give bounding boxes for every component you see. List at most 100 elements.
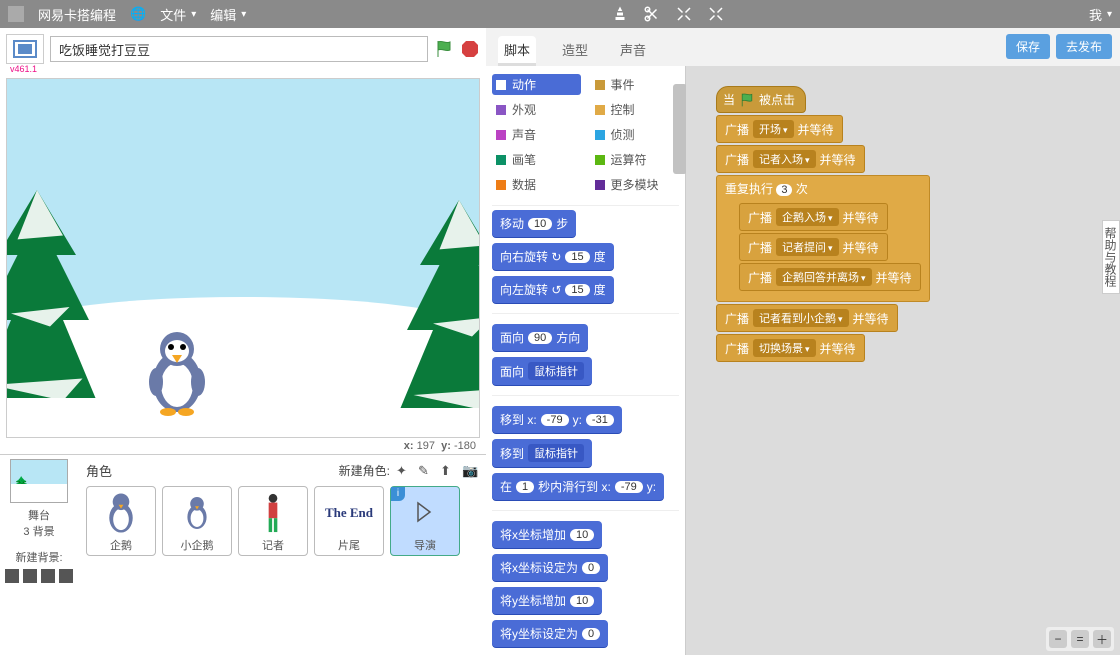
block-broadcast-4[interactable]: 广播切换场景并等待 (716, 334, 865, 362)
block-broadcast-l2[interactable]: 广播记者提问并等待 (739, 233, 888, 261)
stamp-tool-icon[interactable] (611, 5, 629, 23)
backdrop-upload-icon[interactable] (41, 569, 55, 583)
new-backdrop-label: 新建背景: (4, 549, 74, 565)
palette-block-list: 移动10步 向右旋转 ↻15度 向左旋转 ↺15度 面向90方向 面向鼠标指针 … (492, 210, 679, 647)
shrink-tool-icon[interactable] (707, 5, 725, 23)
sprite-item-small-penguin[interactable]: 小企鹅 (162, 486, 232, 556)
block-turn-left[interactable]: 向左旋转 ↺15度 (492, 276, 614, 303)
block-goto-xy[interactable]: 移到 x:-79y:-31 (492, 406, 622, 433)
stage-thumbnail[interactable]: 🌲 (10, 459, 68, 503)
sprite-info-icon[interactable]: i (391, 487, 405, 501)
category-外观[interactable]: 外观 (492, 99, 581, 120)
brand-label: 网易卡搭编程 (38, 5, 116, 24)
block-broadcast-l1[interactable]: 广播企鹅入场并等待 (739, 203, 888, 231)
sprite-name: 企鹅 (110, 537, 132, 553)
fullscreen-button[interactable] (6, 34, 44, 64)
editor-body: 动作事件外观控制声音侦测画笔运算符数据更多模块 移动10步 向右旋转 ↻15度 … (486, 66, 1120, 655)
block-glide[interactable]: 在1秒内滑行到 x:-79y: (492, 473, 664, 500)
menubar: 网易卡搭编程 🌐 文件 编辑 我 (0, 0, 1120, 28)
sprite-name: 小企鹅 (181, 537, 214, 553)
grow-tool-icon[interactable] (675, 5, 693, 23)
tab-costumes[interactable]: 造型 (556, 36, 594, 66)
menu-file[interactable]: 文件 (160, 5, 196, 24)
block-palette: 动作事件外观控制声音侦测画笔运算符数据更多模块 移动10步 向右旋转 ↻15度 … (486, 66, 686, 655)
tab-sounds[interactable]: 声音 (614, 36, 652, 66)
category-grid: 动作事件外观控制声音侦测画笔运算符数据更多模块 (492, 74, 679, 195)
block-change-y[interactable]: 将y坐标增加10 (492, 587, 602, 614)
backdrop-camera-icon[interactable] (59, 569, 73, 583)
sprite-header: 角色 新建角色: ✦ ✎ ⬆ 📷 (86, 461, 478, 480)
block-broadcast-2[interactable]: 广播记者入场并等待 (716, 145, 865, 173)
category-声音[interactable]: 声音 (492, 124, 581, 145)
stage-canvas[interactable] (6, 78, 480, 438)
sprite-item-director[interactable]: i 导演 (390, 486, 460, 556)
stage-penguin-sprite[interactable] (142, 327, 212, 417)
green-flag-icon (739, 92, 755, 108)
sprite-item-reporter[interactable]: 记者 (238, 486, 308, 556)
backdrop-count: 3 背景 (4, 523, 74, 539)
category-更多模块[interactable]: 更多模块 (591, 174, 680, 195)
sprite-paint-icon[interactable]: ✎ (418, 463, 434, 479)
publish-button[interactable]: 去发布 (1056, 34, 1112, 59)
app-logo-icon (8, 6, 24, 22)
help-drawer[interactable]: 帮助与教程 (1102, 220, 1120, 294)
zoom-in-button[interactable]: ＋ (1093, 630, 1111, 648)
block-point-dir[interactable]: 面向90方向 (492, 324, 588, 351)
sprite-name: 导演 (414, 537, 436, 553)
sprite-camera-icon[interactable]: 📷 (462, 463, 478, 479)
category-运算符[interactable]: 运算符 (591, 149, 680, 170)
sprite-library-icon[interactable]: ✦ (396, 463, 412, 479)
stage-tree-right (394, 187, 480, 438)
save-button[interactable]: 保存 (1006, 34, 1050, 59)
sprite-panel: 🌲 舞台 3 背景 新建背景: 角色 新建角色: ✦ ✎ ⬆ (0, 454, 486, 630)
category-事件[interactable]: 事件 (591, 74, 680, 95)
sprite-header-label: 角色 (86, 461, 339, 480)
sprite-item-penguin[interactable]: 企鹅 (86, 486, 156, 556)
tab-scripts[interactable]: 脚本 (498, 36, 536, 66)
block-broadcast-1[interactable]: 广播开场并等待 (716, 115, 843, 143)
sprite-item-ending[interactable]: The End 片尾 (314, 486, 384, 556)
block-goto[interactable]: 移到鼠标指针 (492, 439, 592, 467)
main-area: v461.1 x: 197 y: -180 🌲 舞台 3 背景 新建背景: (0, 28, 1120, 630)
globe-icon[interactable]: 🌐 (130, 6, 146, 22)
sprite-area: 角色 新建角色: ✦ ✎ ⬆ 📷 企鹅 小企鹅 (78, 455, 486, 630)
block-broadcast-3[interactable]: 广播记者看到小企鹅并等待 (716, 304, 898, 332)
category-控制[interactable]: 控制 (591, 99, 680, 120)
menu-edit[interactable]: 编辑 (210, 5, 246, 24)
category-动作[interactable]: 动作 (492, 74, 581, 95)
mouse-coords: x: 197 y: -180 (0, 438, 486, 454)
script-canvas[interactable]: 当 被点击 广播开场并等待 广播记者入场并等待 重复执行 3 次 广播企鹅入场并… (686, 66, 1120, 655)
stage-thumbnail-area: 🌲 舞台 3 背景 新建背景: (0, 455, 78, 630)
category-侦测[interactable]: 侦测 (591, 124, 680, 145)
sprite-name: 片尾 (338, 537, 360, 553)
top-action-buttons: 保存 去发布 (1006, 34, 1112, 59)
block-broadcast-l3[interactable]: 广播企鹅回答并离场并等待 (739, 263, 921, 291)
block-point-towards[interactable]: 面向鼠标指针 (492, 357, 592, 385)
block-set-x[interactable]: 将x坐标设定为0 (492, 554, 608, 581)
block-turn-right[interactable]: 向右旋转 ↻15度 (492, 243, 614, 270)
palette-scrollbar[interactable] (673, 84, 687, 174)
block-move[interactable]: 移动10步 (492, 210, 576, 237)
cut-tool-icon[interactable] (643, 5, 661, 23)
block-repeat[interactable]: 重复执行 3 次 广播企鹅入场并等待 广播记者提问并等待 广播企鹅回答并离场并等… (716, 175, 930, 302)
menu-account[interactable]: 我 (1089, 5, 1112, 24)
project-title-input[interactable] (50, 36, 428, 62)
backdrop-library-icon[interactable] (5, 569, 19, 583)
backdrop-paint-icon[interactable] (23, 569, 37, 583)
stage-tree-left (6, 177, 102, 437)
block-change-x[interactable]: 将x坐标增加10 (492, 521, 602, 548)
zoom-controls: − = ＋ (1046, 627, 1114, 651)
zoom-reset-button[interactable]: = (1071, 630, 1089, 648)
script-stack[interactable]: 当 被点击 广播开场并等待 广播记者入场并等待 重复执行 3 次 广播企鹅入场并… (716, 86, 930, 362)
block-set-y[interactable]: 将y坐标设定为0 (492, 620, 608, 647)
category-数据[interactable]: 数据 (492, 174, 581, 195)
stop-button[interactable] (460, 39, 480, 59)
left-column: v461.1 x: 197 y: -180 🌲 舞台 3 背景 新建背景: (0, 28, 486, 630)
green-flag-button[interactable] (434, 39, 454, 59)
version-label: v461.1 (10, 64, 496, 74)
block-when-flag[interactable]: 当 被点击 (716, 86, 806, 113)
sprite-upload-icon[interactable]: ⬆ (440, 463, 456, 479)
zoom-out-button[interactable]: − (1049, 630, 1067, 648)
right-column: 脚本 造型 声音 保存 去发布 动作事件外观控制声音侦测画笔运算符数据更多模块 … (486, 28, 1120, 630)
category-画笔[interactable]: 画笔 (492, 149, 581, 170)
